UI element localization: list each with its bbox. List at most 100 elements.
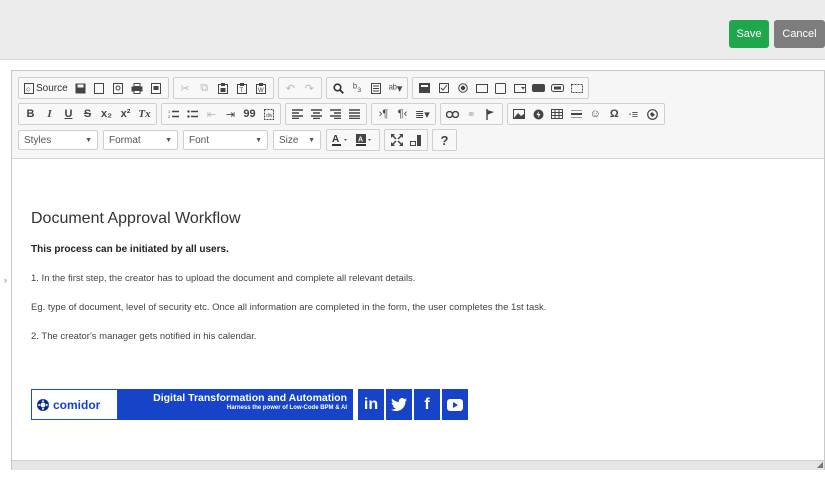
youtube-icon[interactable] <box>442 389 468 420</box>
strikethrough-button[interactable]: S <box>79 105 96 123</box>
flash-icon[interactable] <box>530 105 547 123</box>
social-links: in f <box>356 389 468 420</box>
brand-name: comidor <box>53 397 101 412</box>
size-dropdown[interactable]: Size ▼ <box>273 130 321 150</box>
horizontal-rule-icon[interactable] <box>568 105 585 123</box>
anchor-flag-icon[interactable] <box>482 105 499 123</box>
show-blocks-icon[interactable] <box>407 131 424 149</box>
paste-text-icon[interactable]: T <box>234 79 251 97</box>
toolbar-group-tools <box>384 129 428 151</box>
paste-icon[interactable] <box>215 79 232 97</box>
table-icon[interactable] <box>549 105 566 123</box>
text-color-button[interactable]: A <box>330 131 352 149</box>
svg-text:2: 2 <box>168 114 171 119</box>
smiley-icon[interactable]: ☺ <box>587 105 604 123</box>
align-center-icon[interactable] <box>308 105 325 123</box>
spellcheck-icon[interactable]: ᵃᵇ▾ <box>387 79 405 97</box>
unlink-icon[interactable]: ⚭ <box>463 105 480 123</box>
twitter-icon[interactable] <box>386 389 412 420</box>
cut-icon[interactable]: ✂ <box>177 79 194 97</box>
outdent-icon[interactable]: ⇤ <box>203 105 220 123</box>
create-div-icon[interactable]: div <box>260 105 277 123</box>
italic-button[interactable]: I <box>41 105 58 123</box>
toolbar-group-clipboard: ✂ ⧉ T W <box>172 77 274 99</box>
new-page-icon[interactable] <box>91 79 108 97</box>
font-dropdown[interactable]: Font ▼ <box>183 130 268 150</box>
svg-text:◇: ◇ <box>26 87 31 93</box>
paragraph-example: Eg. type of document, level of security … <box>31 302 547 313</box>
print-icon[interactable] <box>129 79 146 97</box>
styles-dropdown[interactable]: Styles ▼ <box>18 130 98 150</box>
text-direction-ltr-icon[interactable]: ›¶ <box>375 105 392 123</box>
templates-icon[interactable] <box>148 79 165 97</box>
find-icon[interactable] <box>330 79 347 97</box>
remove-format-button[interactable]: Tx <box>136 105 153 123</box>
save-doc-icon[interactable] <box>72 79 89 97</box>
align-right-icon[interactable] <box>327 105 344 123</box>
undo-icon[interactable]: ↶ <box>282 79 299 97</box>
rich-text-editor: ◇ Source ✂ ⧉ T W ↶ ↷ ᵇ₃ ᵃᵇ▾ B I U S x₂ x… <box>11 70 825 470</box>
facebook-icon[interactable]: f <box>414 389 440 420</box>
toolbar-group-editing: ᵇ₃ ᵃᵇ▾ <box>325 77 409 99</box>
underline-button[interactable]: U <box>60 105 77 123</box>
chevron-down-icon: ▼ <box>85 136 92 144</box>
subscript-button[interactable]: x₂ <box>98 105 115 123</box>
blockquote-icon[interactable]: 99 <box>241 105 258 123</box>
toolbar-group-about: ? <box>432 129 457 151</box>
bold-button[interactable]: B <box>22 105 39 123</box>
indent-icon[interactable]: ⇥ <box>222 105 239 123</box>
bulleted-list-icon[interactable] <box>184 105 201 123</box>
editor-content-area[interactable]: Document Approval Workflow This process … <box>12 160 824 460</box>
textfield-icon[interactable] <box>473 79 490 97</box>
language-icon[interactable]: ≣▾ <box>413 105 432 123</box>
save-button[interactable]: Save <box>729 20 769 48</box>
redo-icon[interactable]: ↷ <box>301 79 318 97</box>
special-char-icon[interactable]: Ω <box>606 105 623 123</box>
superscript-button[interactable]: x² <box>117 105 134 123</box>
copy-icon[interactable]: ⧉ <box>196 79 213 97</box>
replace-icon[interactable]: ᵇ₃ <box>349 79 366 97</box>
paste-word-icon[interactable]: W <box>253 79 270 97</box>
textarea-icon[interactable] <box>492 79 509 97</box>
toolbar-row-1: ◇ Source ✂ ⧉ T W ↶ ↷ ᵇ₃ ᵃᵇ▾ <box>18 77 593 99</box>
align-left-icon[interactable] <box>289 105 306 123</box>
styles-dropdown-label: Styles <box>24 134 52 146</box>
numbered-list-icon[interactable]: 12 <box>165 105 182 123</box>
text-direction-rtl-icon[interactable]: ¶‹ <box>394 105 411 123</box>
hidden-field-icon[interactable] <box>568 79 585 97</box>
checkbox-icon[interactable] <box>435 79 452 97</box>
radio-icon[interactable] <box>454 79 471 97</box>
form-icon[interactable] <box>416 79 433 97</box>
editor-toolbar: ◇ Source ✂ ⧉ T W ↶ ↷ ᵇ₃ ᵃᵇ▾ B I U S x₂ x… <box>12 71 824 159</box>
toolbar-row-2: B I U S x₂ x² Tx 12 ⇤ ⇥ 99 div ›¶ ¶‹ ≣▾ … <box>18 103 669 125</box>
select-all-icon[interactable] <box>368 79 385 97</box>
align-justify-icon[interactable] <box>346 105 363 123</box>
cancel-button[interactable]: Cancel <box>774 20 825 48</box>
iframe-icon[interactable] <box>644 105 661 123</box>
source-button[interactable]: ◇ Source <box>22 79 70 97</box>
font-dropdown-label: Font <box>189 134 210 146</box>
resize-handle-icon[interactable]: ◢ <box>817 460 823 469</box>
select-icon[interactable] <box>511 79 528 97</box>
text-color-icon: A <box>332 134 347 146</box>
maximize-icon[interactable] <box>388 131 405 149</box>
help-icon[interactable]: ? <box>436 131 453 149</box>
svg-text:T: T <box>240 88 244 94</box>
image-icon[interactable] <box>511 105 528 123</box>
button-icon[interactable] <box>530 79 547 97</box>
linkedin-icon[interactable]: in <box>358 389 384 420</box>
chevron-down-icon: ▼ <box>255 136 262 144</box>
background-color-button[interactable]: A <box>354 131 376 149</box>
comidor-banner[interactable]: comidor Digital Transformation and Autom… <box>31 389 468 420</box>
preview-icon[interactable] <box>110 79 127 97</box>
toolbar-group-lists: 12 ⇤ ⇥ 99 div <box>161 103 281 125</box>
toolbar-row-3: Styles ▼ Format ▼ Font ▼ Size ▼ A A ? <box>18 129 461 151</box>
page-break-icon[interactable]: ⋅≡ <box>625 105 642 123</box>
format-dropdown[interactable]: Format ▼ <box>103 130 178 150</box>
image-button-icon[interactable] <box>549 79 566 97</box>
size-dropdown-label: Size <box>279 134 299 146</box>
source-label: Source <box>36 82 68 94</box>
link-icon[interactable] <box>444 105 461 123</box>
collapse-arrow-icon[interactable]: › <box>4 275 7 285</box>
document-subtitle: This process can be initiated by all use… <box>31 244 229 255</box>
